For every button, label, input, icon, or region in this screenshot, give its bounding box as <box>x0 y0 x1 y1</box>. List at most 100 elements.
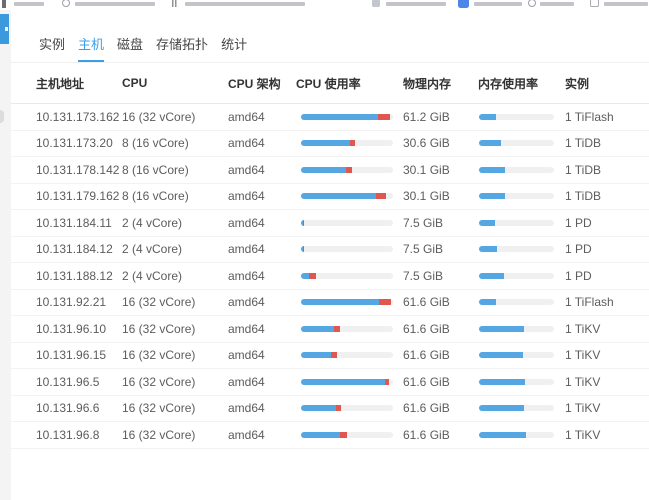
column-header-instances: 实例 <box>565 75 649 92</box>
sidebar-active-indicator[interactable] <box>0 14 9 44</box>
cpu-usage-bar <box>296 167 403 173</box>
cpu-usage-bar-track <box>301 193 393 199</box>
memory-usage-bar-used-segment <box>479 379 525 385</box>
cpu-usage-bar-track <box>301 273 393 279</box>
table-row: 10.131.178.1428 (16 vCore)amd6430.1 GiB1… <box>11 157 649 184</box>
memory-usage-bar <box>478 352 565 358</box>
bookmark-item[interactable] <box>185 2 305 6</box>
table-row: 10.131.173.208 (16 vCore)amd6430.6 GiB1 … <box>11 131 649 158</box>
instances: 1 TiDB <box>565 189 649 203</box>
cpu-usage-bar <box>296 432 403 438</box>
bookmark-item[interactable] <box>172 0 177 7</box>
cpu-usage-bar-track <box>301 114 393 120</box>
tab-store-topology[interactable]: 存储拓扑 <box>156 34 208 62</box>
memory-usage-bar-used-segment <box>479 432 526 438</box>
table-row: 10.131.96.616 (32 vCore)amd6461.6 GiB1 T… <box>11 396 649 423</box>
memory-usage-bar-track <box>479 379 554 385</box>
cpu-usage-bar-used-segment <box>301 140 350 146</box>
cpu-usage-bar-high-segment <box>340 432 347 438</box>
memory-usage-bar-track <box>479 220 554 226</box>
memory-usage-bar-track <box>479 273 554 279</box>
tab-disks[interactable]: 磁盘 <box>117 34 143 62</box>
cpu-usage-bar <box>296 273 403 279</box>
host-address: 10.131.92.21 <box>36 295 122 309</box>
physical-memory: 61.6 GiB <box>403 322 478 336</box>
instances: 1 TiDB <box>565 163 649 177</box>
memory-usage-bar-track <box>479 352 554 358</box>
tab-instances[interactable]: 实例 <box>39 34 65 62</box>
cpu-cores: 16 (32 vCore) <box>122 428 228 442</box>
memory-usage-bar-track <box>479 432 554 438</box>
cpu-usage-bar <box>296 299 403 305</box>
cpu-usage-bar-high-segment <box>334 326 340 332</box>
physical-memory: 30.1 GiB <box>403 163 478 177</box>
cpu-arch: amd64 <box>228 110 296 124</box>
cpu-arch: amd64 <box>228 269 296 283</box>
cpu-usage-bar-used-segment <box>301 379 385 385</box>
physical-memory: 7.5 GiB <box>403 216 478 230</box>
bookmark-item[interactable] <box>458 0 469 8</box>
memory-usage-bar-used-segment <box>479 140 501 146</box>
bookmark-item[interactable] <box>2 0 6 8</box>
host-address: 10.131.188.12 <box>36 269 122 283</box>
cpu-usage-bar <box>296 140 403 146</box>
cpu-usage-bar-track <box>301 405 393 411</box>
memory-usage-bar-track <box>479 405 554 411</box>
tab-statistics[interactable]: 统计 <box>221 34 247 62</box>
bookmark-item[interactable] <box>528 0 536 7</box>
memory-usage-bar-used-segment <box>479 220 495 226</box>
host-address: 10.131.178.142 <box>36 163 122 177</box>
table-row: 10.131.96.516 (32 vCore)amd6461.6 GiB1 T… <box>11 369 649 396</box>
bookmark-item[interactable] <box>474 2 522 6</box>
physical-memory: 30.1 GiB <box>403 189 478 203</box>
memory-usage-bar <box>478 432 565 438</box>
bookmark-item[interactable] <box>590 0 599 7</box>
instances: 1 TiKV <box>565 375 649 389</box>
bookmark-item[interactable] <box>386 2 446 6</box>
cpu-usage-bar <box>296 193 403 199</box>
memory-usage-bar <box>478 405 565 411</box>
cpu-cores: 2 (4 vCore) <box>122 216 228 230</box>
bookmark-item[interactable] <box>372 0 380 7</box>
cpu-arch: amd64 <box>228 322 296 336</box>
bookmark-item[interactable] <box>604 2 648 6</box>
bookmark-item[interactable] <box>540 2 574 6</box>
host-address: 10.131.184.12 <box>36 242 122 256</box>
physical-memory: 61.6 GiB <box>403 348 478 362</box>
memory-usage-bar <box>478 326 565 332</box>
memory-usage-bar-used-segment <box>479 405 524 411</box>
host-address: 10.131.96.15 <box>36 348 122 362</box>
cpu-usage-bar-high-segment <box>331 352 337 358</box>
cpu-usage-bar <box>296 220 403 226</box>
physical-memory: 30.6 GiB <box>403 136 478 150</box>
hosts-table: 主机地址CPUCPU 架构CPU 使用率物理内存内存使用率实例 10.131.1… <box>11 63 649 449</box>
tab-hosts[interactable]: 主机 <box>78 34 104 62</box>
bookmark-item[interactable] <box>62 0 70 7</box>
cpu-usage-bar-used-segment <box>301 352 331 358</box>
cpu-usage-bar <box>296 326 403 332</box>
column-header-memory: 物理内存 <box>403 75 478 92</box>
memory-usage-bar-track <box>479 326 554 332</box>
memory-usage-bar-used-segment <box>479 326 524 332</box>
memory-usage-bar <box>478 114 565 120</box>
cpu-usage-bar <box>296 246 403 252</box>
memory-usage-bar-used-segment <box>479 167 505 173</box>
bookmark-item[interactable] <box>75 2 155 6</box>
host-address: 10.131.96.5 <box>36 375 122 389</box>
host-address: 10.131.96.10 <box>36 322 122 336</box>
sidebar-collapse-handle[interactable] <box>0 110 4 123</box>
cpu-usage-bar-used-segment <box>301 326 334 332</box>
cpu-usage-bar-used-segment <box>301 167 346 173</box>
cpu-arch: amd64 <box>228 242 296 256</box>
cpu-usage-bar-track <box>301 167 393 173</box>
cpu-usage-bar-used-segment <box>301 114 378 120</box>
cpu-cores: 16 (32 vCore) <box>122 375 228 389</box>
memory-usage-bar <box>478 379 565 385</box>
cpu-usage-bar-track <box>301 246 393 252</box>
memory-usage-bar-track <box>479 193 554 199</box>
cpu-usage-bar-used-segment <box>301 193 376 199</box>
cpu-usage-bar-high-segment <box>336 405 342 411</box>
physical-memory: 61.6 GiB <box>403 375 478 389</box>
bookmark-item[interactable] <box>14 2 44 6</box>
cpu-usage-bar-track <box>301 299 393 305</box>
